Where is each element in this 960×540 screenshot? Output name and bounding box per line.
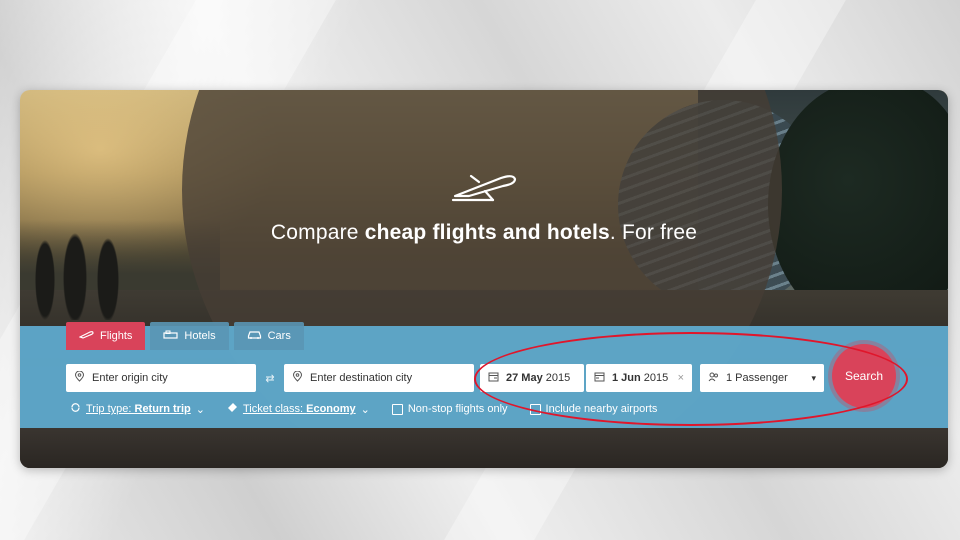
search-panel: Flights Hotels Cars Enter origin city ⇄ … — [20, 322, 948, 428]
map-pin-icon — [292, 370, 303, 385]
tab-flights[interactable]: Flights — [66, 322, 146, 350]
depart-date-value: 27 May 2015 — [506, 372, 571, 384]
destination-field[interactable]: Enter destination city — [284, 364, 474, 392]
search-button[interactable]: Search — [832, 344, 896, 408]
depart-date-field[interactable]: 27 May 2015 — [480, 364, 584, 392]
car-icon — [247, 329, 262, 343]
passenger-icon — [708, 371, 719, 385]
ticket-icon — [227, 402, 238, 416]
nonstop-label: Non-stop flights only — [407, 403, 508, 415]
destination-placeholder: Enter destination city — [310, 372, 413, 384]
trip-type-dropdown[interactable]: Trip type: Return trip ⌄ — [70, 402, 205, 416]
swap-icon[interactable]: ⇄ — [256, 372, 284, 385]
tab-label: Hotels — [184, 330, 216, 342]
tab-label: Flights — [100, 330, 133, 342]
chevron-down-icon: ▾ — [811, 372, 816, 383]
trip-type-label: Trip type: Return trip — [86, 403, 191, 415]
nonstop-option[interactable]: Non-stop flights only — [391, 403, 508, 415]
return-date-value: 1 Jun 2015 — [612, 372, 669, 384]
tab-hotels[interactable]: Hotels — [150, 322, 229, 350]
close-icon[interactable]: × — [678, 372, 684, 384]
origin-field[interactable]: Enter origin city — [66, 364, 256, 392]
nearby-airports-option[interactable]: Include nearby airports — [529, 403, 658, 415]
background-bottom — [20, 428, 948, 468]
calendar-icon — [488, 371, 499, 385]
plane-icon — [78, 329, 94, 343]
bed-icon — [163, 329, 179, 343]
nonstop-checkbox[interactable] — [391, 403, 403, 415]
chevron-down-icon: ⌄ — [360, 403, 370, 416]
search-fields: Enter origin city ⇄ Enter destination ci… — [66, 364, 824, 392]
return-date-field[interactable]: 1 Jun 2015 × — [586, 364, 692, 392]
hero-section: Compare cheap flights and hotels. For fr… — [20, 170, 948, 245]
nearby-airports-label: Include nearby airports — [545, 403, 658, 415]
map-pin-icon — [74, 370, 85, 385]
page-title: Compare cheap flights and hotels. For fr… — [270, 221, 698, 244]
search-options: Trip type: Return trip ⌄ Ticket class: E… — [70, 402, 657, 416]
passenger-value: 1 Passenger — [726, 372, 788, 384]
tab-label: Cars — [267, 330, 291, 342]
refresh-icon — [70, 402, 81, 416]
ticket-class-label: Ticket class: Economy — [242, 403, 356, 415]
passenger-select[interactable]: 1 Passenger ▾ — [700, 364, 824, 392]
plane-icon — [449, 170, 519, 204]
origin-placeholder: Enter origin city — [92, 372, 168, 384]
calendar-icon — [594, 371, 605, 385]
tab-cars[interactable]: Cars — [233, 322, 304, 350]
chevron-down-icon: ⌄ — [195, 403, 205, 416]
hero-card: Compare cheap flights and hotels. For fr… — [20, 90, 948, 468]
search-tabs: Flights Hotels Cars — [66, 322, 304, 350]
nearby-airports-checkbox[interactable] — [529, 403, 541, 415]
ticket-class-dropdown[interactable]: Ticket class: Economy ⌄ — [227, 402, 370, 416]
